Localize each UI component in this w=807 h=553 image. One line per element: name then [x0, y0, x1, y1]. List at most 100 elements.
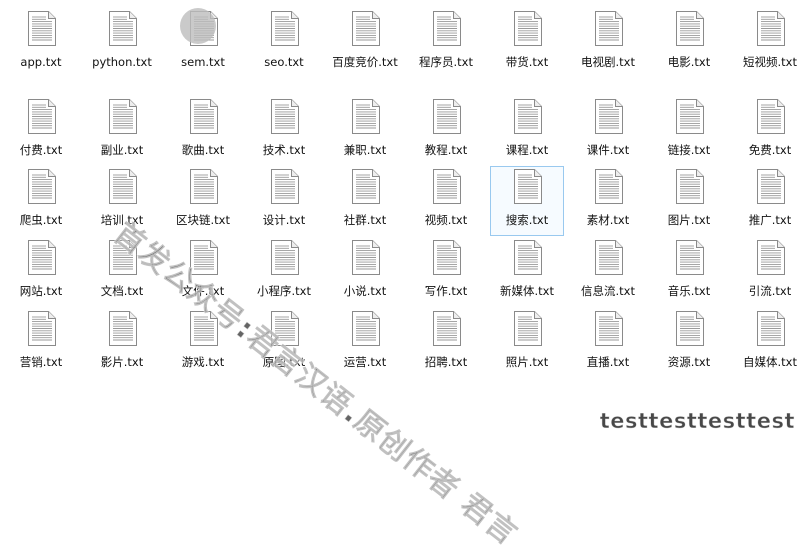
text-document-icon: [271, 99, 299, 134]
file-item[interactable]: 自媒体.txt: [733, 308, 807, 378]
file-name-label: 链接.txt: [667, 143, 711, 157]
text-document-icon: [352, 240, 380, 275]
file-item[interactable]: 信息流.txt: [571, 237, 645, 307]
text-document-icon: [757, 240, 785, 275]
file-item[interactable]: 游戏.txt: [166, 308, 240, 378]
file-item[interactable]: 带货.txt: [490, 8, 564, 78]
text-document-icon: [190, 240, 218, 275]
text-document-icon: [109, 240, 137, 275]
file-item[interactable]: 搜索.txt: [490, 166, 564, 236]
file-item[interactable]: 电影.txt: [652, 8, 726, 78]
file-item[interactable]: app.txt: [4, 8, 78, 78]
file-item[interactable]: seo.txt: [247, 8, 321, 78]
text-document-icon: [190, 99, 218, 134]
file-item[interactable]: 原图.txt: [247, 308, 321, 378]
file-item[interactable]: 推广.txt: [733, 166, 807, 236]
text-document-icon: [595, 169, 623, 204]
file-name-label: 新媒体.txt: [500, 284, 554, 298]
text-document-icon: [595, 311, 623, 346]
file-item[interactable]: 爬虫.txt: [4, 166, 78, 236]
file-name-label: 图片.txt: [667, 213, 711, 227]
file-name-label: 引流.txt: [748, 284, 792, 298]
text-document-icon: [514, 240, 542, 275]
text-document-icon: [271, 240, 299, 275]
text-document-icon: [190, 11, 218, 46]
file-name-label: 资源.txt: [667, 355, 711, 369]
file-item[interactable]: 文档.txt: [85, 237, 159, 307]
file-name-label: 搜索.txt: [505, 213, 549, 227]
file-item[interactable]: 小程序.txt: [247, 237, 321, 307]
text-document-icon: [757, 169, 785, 204]
file-item[interactable]: 运营.txt: [328, 308, 402, 378]
text-document-icon: [595, 99, 623, 134]
file-item[interactable]: 教程.txt: [409, 96, 483, 166]
file-item[interactable]: 歌曲.txt: [166, 96, 240, 166]
text-document-icon: [271, 11, 299, 46]
text-document-icon: [28, 11, 56, 46]
text-document-icon: [757, 11, 785, 46]
file-item[interactable]: 图片.txt: [652, 166, 726, 236]
file-name-label: 技术.txt: [262, 143, 306, 157]
text-document-icon: [595, 240, 623, 275]
file-item[interactable]: 课程.txt: [490, 96, 564, 166]
file-item[interactable]: 程序员.txt: [409, 8, 483, 78]
file-item[interactable]: 付费.txt: [4, 96, 78, 166]
text-document-icon: [352, 311, 380, 346]
file-item[interactable]: 百度竞价.txt: [328, 8, 402, 78]
file-name-label: 电影.txt: [667, 55, 711, 69]
file-item[interactable]: 文件.txt: [166, 237, 240, 307]
file-item[interactable]: 直播.txt: [571, 308, 645, 378]
file-grid: app.txt python.txt sem.txt seo.txt 百度竞价.txt 程…: [0, 0, 807, 445]
file-name-label: seo.txt: [264, 55, 304, 69]
file-name-label: 电视剧.txt: [581, 55, 635, 69]
file-item[interactable]: 音乐.txt: [652, 237, 726, 307]
file-name-label: 照片.txt: [505, 355, 549, 369]
text-document-icon: [514, 169, 542, 204]
file-item[interactable]: 资源.txt: [652, 308, 726, 378]
file-item[interactable]: 素材.txt: [571, 166, 645, 236]
file-item[interactable]: 写作.txt: [409, 237, 483, 307]
file-item[interactable]: 链接.txt: [652, 96, 726, 166]
file-name-label: 百度竞价.txt: [332, 55, 398, 69]
text-document-icon: [109, 311, 137, 346]
file-name-label: app.txt: [20, 55, 62, 69]
file-item[interactable]: sem.txt: [166, 8, 240, 78]
file-item[interactable]: 培训.txt: [85, 166, 159, 236]
file-name-label: 教程.txt: [424, 143, 468, 157]
file-item[interactable]: 招聘.txt: [409, 308, 483, 378]
file-item[interactable]: 免费.txt: [733, 96, 807, 166]
file-item[interactable]: 短视频.txt: [733, 8, 807, 78]
file-item[interactable]: 视频.txt: [409, 166, 483, 236]
text-document-icon: [433, 311, 461, 346]
text-document-icon: [514, 99, 542, 134]
text-document-icon: [676, 311, 704, 346]
file-item[interactable]: python.txt: [85, 8, 159, 78]
file-item[interactable]: 区块链.txt: [166, 166, 240, 236]
file-name-label: 原图.txt: [262, 355, 306, 369]
file-item[interactable]: 小说.txt: [328, 237, 402, 307]
file-name-label: 招聘.txt: [424, 355, 468, 369]
text-document-icon: [28, 169, 56, 204]
file-item[interactable]: 兼职.txt: [328, 96, 402, 166]
text-document-icon: [109, 99, 137, 134]
file-name-label: 爬虫.txt: [19, 213, 63, 227]
text-document-icon: [757, 99, 785, 134]
file-item[interactable]: 课件.txt: [571, 96, 645, 166]
text-document-icon: [514, 311, 542, 346]
file-item[interactable]: 设计.txt: [247, 166, 321, 236]
file-item[interactable]: 社群.txt: [328, 166, 402, 236]
file-item[interactable]: 电视剧.txt: [571, 8, 645, 78]
file-name-label: 课件.txt: [586, 143, 630, 157]
file-item[interactable]: 引流.txt: [733, 237, 807, 307]
file-item[interactable]: 营销.txt: [4, 308, 78, 378]
file-name-label: 运营.txt: [343, 355, 387, 369]
file-item[interactable]: 影片.txt: [85, 308, 159, 378]
file-item[interactable]: 网站.txt: [4, 237, 78, 307]
file-item[interactable]: 照片.txt: [490, 308, 564, 378]
file-name-label: 付费.txt: [19, 143, 63, 157]
file-item[interactable]: 技术.txt: [247, 96, 321, 166]
file-name-label: 兼职.txt: [343, 143, 387, 157]
file-item[interactable]: 新媒体.txt: [490, 237, 564, 307]
file-item[interactable]: 副业.txt: [85, 96, 159, 166]
file-name-label: 社群.txt: [343, 213, 387, 227]
